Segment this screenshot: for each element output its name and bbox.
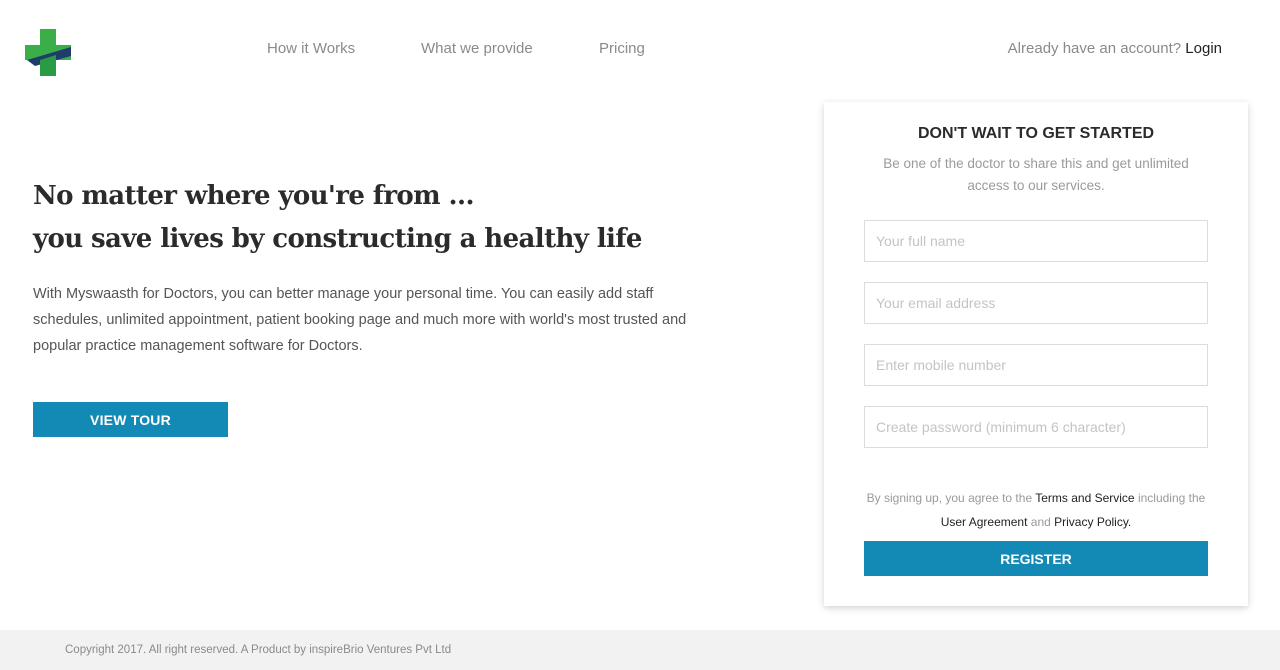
terms-and: and xyxy=(1027,515,1055,529)
password-input[interactable] xyxy=(864,406,1208,448)
signup-card: DON'T WAIT TO GET STARTED Be one of the … xyxy=(824,102,1248,606)
nav-pricing[interactable]: Pricing xyxy=(599,40,645,57)
email-input[interactable] xyxy=(864,282,1208,324)
register-button[interactable]: REGISTER xyxy=(864,541,1208,576)
privacy-policy-link[interactable]: Privacy Policy. xyxy=(1054,515,1131,529)
hero-title: No matter where you're from ... you save… xyxy=(33,175,733,261)
terms-prefix: By signing up, you agree to the xyxy=(866,491,1036,505)
terms-link[interactable]: Terms and Service xyxy=(1035,491,1134,505)
account-prompt: Already have an account? Login xyxy=(1008,40,1222,57)
user-agreement-link[interactable]: User Agreement xyxy=(941,515,1028,529)
copyright-text: Copyright 2017. All right reserved. A Pr… xyxy=(65,644,452,656)
signup-subtitle: Be one of the doctor to share this and g… xyxy=(883,156,1189,193)
header: How it Works What we provide Pricing Alr… xyxy=(0,0,1280,100)
account-prompt-text: Already have an account? xyxy=(1007,40,1182,57)
hero-title-line1: No matter where you're from ... xyxy=(33,181,475,211)
view-tour-button[interactable]: VIEW TOUR xyxy=(33,402,228,437)
terms-middle: including the xyxy=(1134,491,1206,505)
hero-description: With Myswaasth for Doctors, you can bett… xyxy=(33,286,687,354)
hero-title-line2: you save lives by constructing a healthy… xyxy=(33,224,642,254)
full-name-input[interactable] xyxy=(864,220,1208,262)
main-nav: How it Works What we provide Pricing xyxy=(0,40,700,60)
hero-section: No matter where you're from ... you save… xyxy=(33,175,733,359)
signup-title: DON'T WAIT TO GET STARTED xyxy=(917,125,1155,142)
login-link[interactable]: Login xyxy=(1185,40,1222,57)
terms-text: By signing up, you agree to the Terms an… xyxy=(844,486,1228,534)
nav-how-it-works[interactable]: How it Works xyxy=(267,40,355,57)
footer: Copyright 2017. All right reserved. A Pr… xyxy=(0,630,1280,670)
nav-what-we-provide[interactable]: What we provide xyxy=(421,40,533,57)
mobile-input[interactable] xyxy=(864,344,1208,386)
